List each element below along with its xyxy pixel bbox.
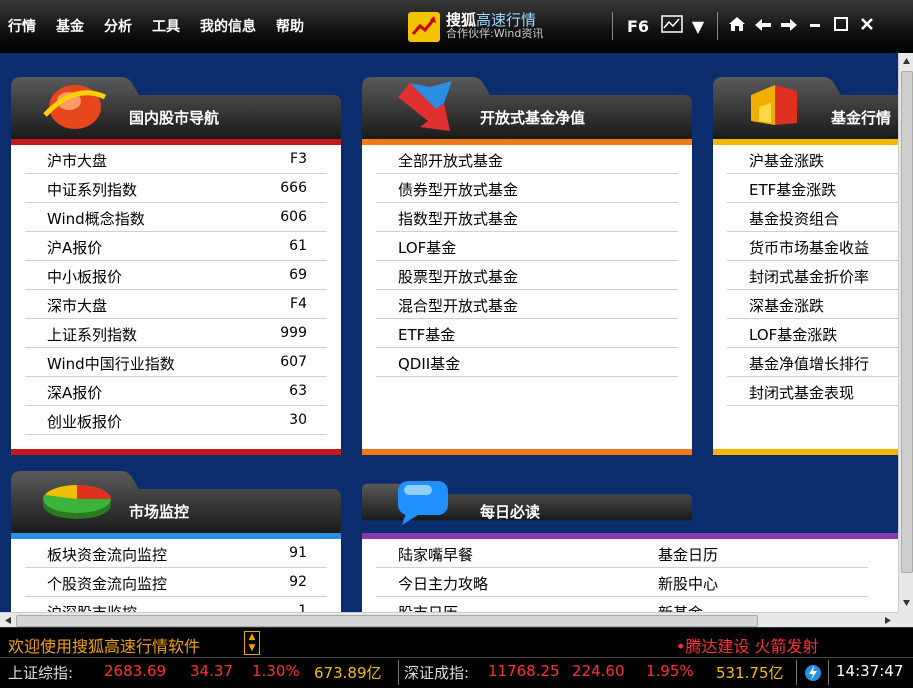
list-item[interactable]: 深基金涨跌 — [727, 290, 898, 319]
pie-chart-icon — [43, 485, 111, 519]
list-item[interactable]: Wind中国行业指数 607 — [25, 348, 327, 377]
list-item[interactable]: ETF基金涨跌 — [727, 174, 898, 203]
menu-help[interactable]: 帮助 — [276, 16, 304, 36]
bar-chart-icon — [751, 85, 797, 125]
home-icon[interactable] — [724, 16, 750, 36]
list-item[interactable]: 深A报价 63 — [25, 377, 327, 406]
chart-icon[interactable] — [659, 15, 685, 37]
main-menu: 行情 基金 分析 工具 我的信息 帮助 — [8, 16, 324, 36]
list-item[interactable]: LOF基金 — [376, 232, 678, 261]
list-item[interactable]: 封闭式基金折价率 — [727, 261, 898, 290]
index-bar: 上证综指: 2683.69 34.37 1.30% 673.89亿 深证成指: … — [0, 657, 913, 688]
list-item[interactable]: 沪基金涨跌 — [727, 145, 898, 174]
list-item[interactable]: 个股资金流向监控 92 — [25, 568, 327, 597]
list-item[interactable]: 沪A报价 61 — [25, 232, 327, 261]
list-item[interactable]: 深市大盘 F4 — [25, 290, 327, 319]
panel-title: 开放式基金净值 — [480, 109, 586, 127]
back-icon[interactable] — [750, 17, 776, 36]
welcome-text: 欢迎使用搜狐高速行情软件 — [8, 637, 201, 656]
list-item[interactable]: LOF基金涨跌 — [727, 319, 898, 348]
sh-index-change: 34.37 — [190, 662, 233, 680]
scroll-right-icon[interactable] — [884, 616, 892, 625]
list-item[interactable]: QDII基金 — [376, 348, 678, 377]
list-item[interactable]: Wind概念指数 606 — [25, 203, 327, 232]
menu-analysis[interactable]: 分析 — [104, 16, 132, 36]
list-item[interactable]: 货币市场基金收益 — [727, 232, 898, 261]
ticker-scroll-icon[interactable]: ▲ ▼ — [244, 631, 260, 655]
vertical-scrollbar[interactable] — [898, 53, 913, 612]
list-item[interactable]: 股票型开放式基金 — [376, 261, 678, 290]
menu-quotes[interactable]: 行情 — [8, 16, 36, 36]
arrow-icon — [398, 81, 452, 131]
vertical-scroll-thumb[interactable] — [901, 71, 913, 573]
minimize-icon[interactable] — [802, 17, 828, 36]
sz-index-value: 11768.25 — [488, 662, 560, 680]
dropdown-icon[interactable]: ▼ — [685, 17, 711, 36]
lightning-icon[interactable] — [804, 664, 822, 682]
sh-index-percent: 1.30% — [252, 662, 300, 680]
list-item[interactable]: 基金投资组合 — [727, 203, 898, 232]
sh-index-amount: 673.89亿 — [314, 664, 382, 682]
logo-partner: 合作伙伴:Wind资讯 — [446, 27, 544, 40]
sz-index-label: 深证成指: — [404, 664, 470, 682]
news-ticker[interactable]: •腾达建设 火箭发射 — [676, 633, 819, 657]
content-area: 国内股市导航 沪市大盘 F3 中证系列指数 666 Wind概念指数 606 沪A报价… — [0, 53, 898, 612]
list-item[interactable]: 创业板报价 30 — [25, 406, 327, 435]
scroll-left-icon[interactable] — [4, 616, 12, 625]
scroll-down-icon[interactable] — [902, 599, 911, 607]
list-item[interactable]: 沪深股市监控1 — [25, 597, 327, 612]
toolbar: F6 ▼ — [606, 12, 880, 40]
list-item[interactable]: 板块资金流向监控 91 — [25, 539, 327, 568]
globe-icon — [43, 85, 107, 129]
app-logo: 搜狐高速行情 合作伙伴:Wind资讯 — [408, 8, 543, 46]
panel-title: 基金行情 — [831, 109, 892, 127]
horizontal-scroll-thumb[interactable] — [16, 615, 758, 627]
horizontal-scrollbar[interactable] — [0, 612, 898, 628]
list-item[interactable]: 全部开放式基金 — [376, 145, 678, 174]
scroll-up-icon[interactable] — [902, 57, 911, 65]
list-item[interactable]: 基金净值增长排行 — [727, 348, 898, 377]
speech-bubble-icon — [398, 481, 448, 525]
list-item[interactable]: 新基金 — [636, 597, 868, 612]
forward-icon[interactable] — [776, 17, 802, 36]
list-item[interactable]: 沪市大盘 F3 — [25, 145, 327, 174]
close-icon[interactable] — [854, 16, 880, 36]
list-item[interactable]: 新股中心 — [636, 568, 868, 597]
menu-fund[interactable]: 基金 — [56, 16, 84, 36]
menu-my-info[interactable]: 我的信息 — [200, 16, 256, 36]
list-item[interactable]: 中小板报价 69 — [25, 261, 327, 290]
list-item[interactable]: 混合型开放式基金 — [376, 290, 678, 319]
sh-index-label: 上证综指: — [8, 664, 74, 682]
list-item[interactable]: 指数型开放式基金 — [376, 203, 678, 232]
list-item[interactable]: 上证系列指数 999 — [25, 319, 327, 348]
sh-index-value: 2683.69 — [104, 662, 167, 680]
sz-index-percent: 1.95% — [646, 662, 694, 680]
info-bar: 欢迎使用搜狐高速行情软件 ▲ ▼ •腾达建设 火箭发射 — [0, 627, 913, 658]
clock: 14:37:47 — [836, 662, 904, 680]
top-menu-bar: 行情 基金 分析 工具 我的信息 帮助 搜狐高速行情 合作伙伴:Wind资讯 F… — [0, 0, 913, 53]
logo-chart-icon — [408, 12, 440, 42]
menu-tools[interactable]: 工具 — [152, 16, 180, 36]
maximize-icon[interactable] — [828, 16, 854, 36]
list-item[interactable]: ETF基金 — [376, 319, 678, 348]
f6-button[interactable]: F6 — [627, 17, 649, 36]
list-item[interactable]: 债券型开放式基金 — [376, 174, 678, 203]
list-item[interactable]: 中证系列指数 666 — [25, 174, 327, 203]
panel-title: 每日必读 — [480, 503, 541, 521]
sz-index-change: 224.60 — [572, 662, 625, 680]
panel-title: 市场监控 — [129, 503, 190, 521]
list-item[interactable]: 封闭式基金表现 — [727, 377, 898, 406]
list-item[interactable]: 基金日历 — [636, 539, 868, 568]
sz-index-amount: 531.75亿 — [716, 664, 784, 682]
panel-title: 国内股市导航 — [129, 109, 220, 127]
